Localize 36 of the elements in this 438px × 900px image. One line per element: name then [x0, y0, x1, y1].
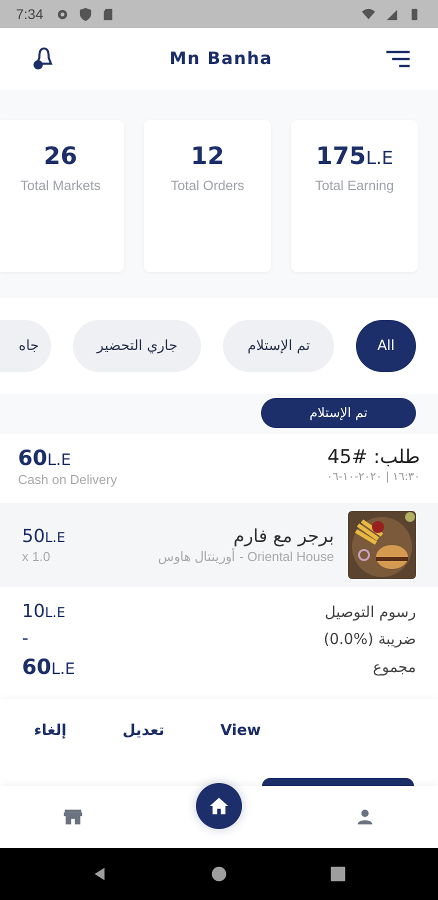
home-circle-icon[interactable] [210, 865, 228, 883]
item-name: برجر مع فارم [233, 526, 334, 547]
item-quantity: x 1.0 [22, 549, 52, 564]
wifi-icon [361, 6, 376, 22]
home-button[interactable] [196, 783, 242, 829]
order-number: طلب: #45 [326, 446, 420, 468]
summary-label: رسوم التوصيل [324, 602, 416, 620]
stat-value: 26 [44, 142, 78, 170]
filter-chip[interactable]: تم الإستلام [223, 320, 334, 372]
home-icon [208, 795, 230, 817]
shield-icon [78, 6, 94, 22]
status-time: 7:34 [16, 6, 44, 22]
summary-label: مجموع [372, 658, 416, 676]
item-price: 50L.E [22, 526, 66, 547]
filter-chip[interactable]: جاه [0, 320, 51, 372]
item-store: Oriental House - أورينتال هاوس [157, 549, 334, 564]
order-date: ١٦:٣٠ | ٢٠٢٠-١٠-٠٦ [326, 470, 420, 483]
stat-value: 12 [190, 142, 224, 170]
action-button[interactable]: تعديل [122, 717, 164, 743]
filter-chip[interactable]: جاري التحضير [72, 320, 202, 372]
stat-label: Total Earning [315, 178, 394, 193]
stat-value: 175L.E [316, 142, 394, 170]
stat-label: Total Markets [20, 178, 101, 193]
summary-value: 60L.E [22, 655, 75, 679]
filter-chip[interactable]: All [356, 320, 416, 372]
summary-value: - [22, 628, 28, 649]
order-status: تم الإستلام [261, 398, 416, 428]
summary-value: 10L.E [22, 601, 66, 622]
payment-method: Cash on Delivery [18, 472, 117, 487]
order-total: 60L.E [18, 446, 72, 470]
stat-label: Total Orders [170, 178, 244, 193]
action-button[interactable]: إلغاء [34, 717, 67, 743]
recents-icon[interactable] [329, 865, 348, 883]
action-button[interactable]: View [220, 717, 261, 743]
app-title: Mn Banha [169, 49, 273, 69]
summary-label: ضريبة (%0.0) [324, 630, 416, 648]
